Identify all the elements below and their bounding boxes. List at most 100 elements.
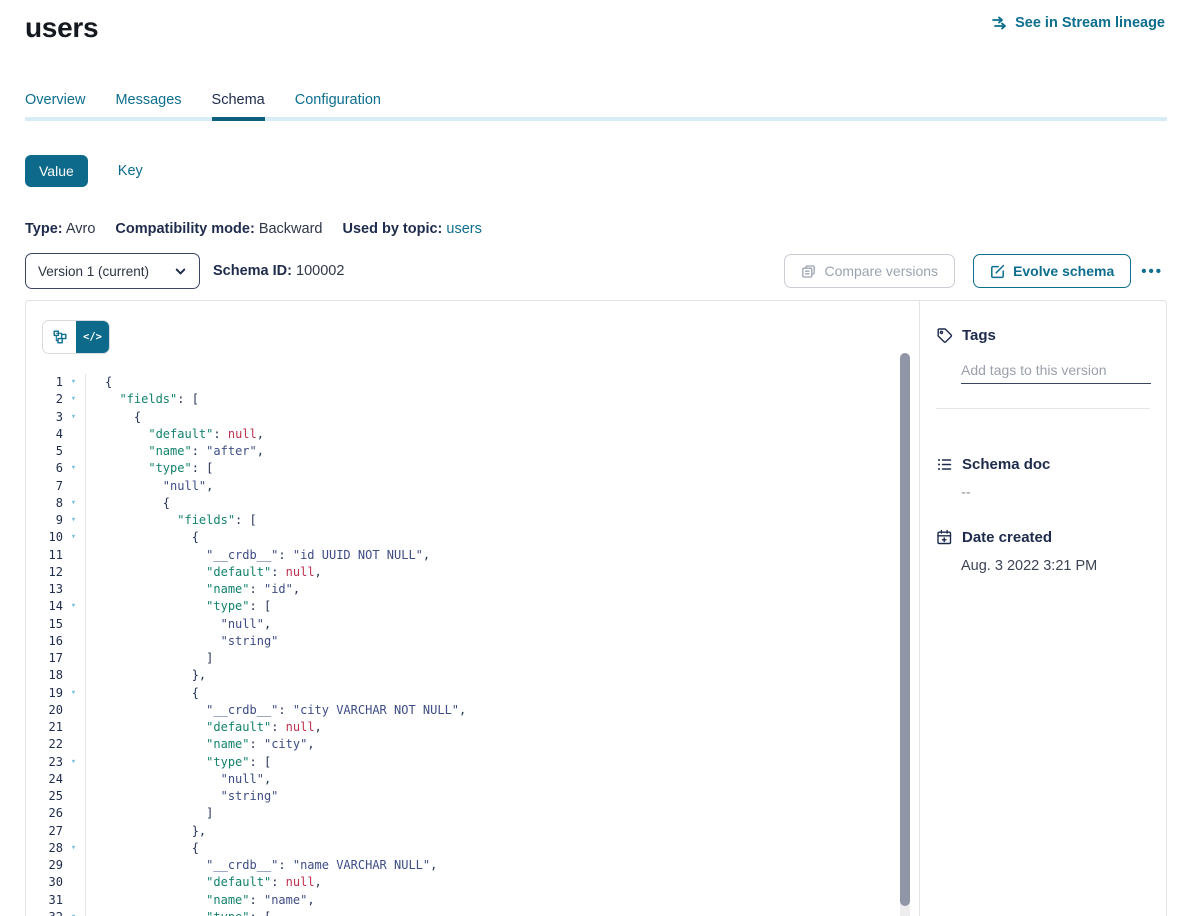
fold-toggle-icon[interactable]: ▾ [63,754,84,771]
code-line-text[interactable]: "default": null, [84,426,264,443]
fold-spacer [63,581,84,598]
schema-id: Schema ID: 100002 [213,263,344,279]
code-view-icon: </> [83,331,102,343]
stream-lineage-link[interactable]: See in Stream lineage [990,15,1165,31]
code-line-text[interactable]: "name": "id", [84,581,300,598]
fold-toggle-icon[interactable]: ▾ [63,529,84,546]
tab-configuration[interactable]: Configuration [295,92,381,121]
fold-toggle-icon[interactable]: ▾ [63,840,84,857]
schema-page: users See in Stream lineage Overview Mes… [0,0,1189,916]
code-line-text[interactable]: "null", [84,771,271,788]
value-toggle-button[interactable]: Value [25,155,88,187]
fold-spacer [63,547,84,564]
date-created-value: Aug. 3 2022 3:21 PM [961,558,1150,574]
chevron-down-icon [174,265,187,278]
line-number: 20 [26,702,63,719]
tab-overview[interactable]: Overview [25,92,85,121]
line-number: 13 [26,581,63,598]
code-line-text[interactable]: { [84,529,199,546]
code-line-text[interactable]: "string" [84,633,278,650]
tree-view-icon [52,329,68,345]
code-line: 11 "__crdb__": "id UUID NOT NULL", [26,547,919,564]
list-icon [936,456,953,473]
fold-spacer [63,719,84,736]
compare-versions-button[interactable]: Compare versions [784,254,955,288]
line-number: 25 [26,788,63,805]
code-line-text[interactable]: "name": "name", [84,892,315,909]
value-key-toggle: Value Key [25,155,1167,187]
code-line-text[interactable]: "string" [84,788,278,805]
code-line-text[interactable]: ] [84,650,213,667]
schema-details-sidebar: Tags Schema doc -- [919,301,1166,916]
fold-toggle-icon[interactable]: ▾ [63,391,84,408]
fold-toggle-icon[interactable]: ▾ [63,598,84,615]
line-number: 23 [26,754,63,771]
more-options-button[interactable]: ••• [1137,254,1167,288]
code-editor[interactable]: 1▾{2▾ "fields": [3▾ {4 "default": null,5… [26,374,919,916]
line-number: 28 [26,840,63,857]
code-line-text[interactable]: "fields": [ [84,512,257,529]
code-line-text[interactable]: ] [84,805,213,822]
code-line-text[interactable]: }, [84,667,206,684]
meta-compatibility-value: Backward [259,221,323,237]
fold-toggle-icon[interactable]: ▾ [63,512,84,529]
code-lines: 1▾{2▾ "fields": [3▾ {4 "default": null,5… [26,374,919,916]
fold-toggle-icon[interactable]: ▾ [63,495,84,512]
code-line-text[interactable]: "name": "city", [84,736,315,753]
fold-toggle-icon[interactable]: ▾ [63,909,84,916]
tab-messages[interactable]: Messages [115,92,181,121]
code-line-text[interactable]: { [84,840,199,857]
fold-toggle-icon[interactable]: ▾ [63,460,84,477]
code-line-text[interactable]: { [84,495,170,512]
code-line-text[interactable]: "fields": [ [84,391,199,408]
meta-type-value: Avro [66,221,96,237]
tab-schema[interactable]: Schema [212,92,265,121]
fold-toggle-icon[interactable]: ▾ [63,409,84,426]
code-line-text[interactable]: "null", [84,616,271,633]
code-line-text[interactable]: "__crdb__": "id UUID NOT NULL", [84,547,430,564]
fold-toggle-icon[interactable]: ▾ [63,685,84,702]
code-line-text[interactable]: "name": "after", [84,443,264,460]
fold-spacer [63,823,84,840]
line-number: 27 [26,823,63,840]
schema-id-label: Schema ID: [213,263,292,279]
code-view-button[interactable]: </> [76,321,109,353]
code-line-text[interactable]: "default": null, [84,874,322,891]
fold-toggle-icon[interactable]: ▾ [63,374,84,391]
evolve-schema-button[interactable]: Evolve schema [973,254,1131,288]
fold-spacer [63,874,84,891]
code-line: 15 "null", [26,616,919,633]
compare-versions-icon [801,264,816,279]
code-line: 27 }, [26,823,919,840]
tree-view-button[interactable] [43,321,76,353]
line-number: 1 [26,374,63,391]
line-number: 32 [26,909,63,916]
code-line-text[interactable]: "default": null, [84,564,322,581]
code-line-text[interactable]: "__crdb__": "name VARCHAR NULL", [84,857,437,874]
key-toggle-button[interactable]: Key [112,162,149,180]
code-line: 8▾ { [26,495,919,512]
editor-scrollbar-thumb[interactable] [900,353,910,906]
code-line-text[interactable]: { [84,409,141,426]
version-select[interactable]: Version 1 (current) [25,253,200,289]
code-line-text[interactable]: "type": [ [84,598,271,615]
code-line: 5 "name": "after", [26,443,919,460]
code-line-text[interactable]: "type": [ [84,754,271,771]
code-line: 18 }, [26,667,919,684]
code-line: 29 "__crdb__": "name VARCHAR NULL", [26,857,919,874]
editor-scrollbar[interactable] [900,353,910,916]
code-line: 3▾ { [26,409,919,426]
add-tags-input[interactable] [961,362,1151,384]
code-line-text[interactable]: "__crdb__": "city VARCHAR NOT NULL", [84,702,466,719]
stream-lineage-icon [990,16,1007,30]
tab-bar: Overview Messages Schema Configuration [25,92,1167,121]
code-line-text[interactable]: "type": [ [84,460,213,477]
code-line-text[interactable]: { [84,685,199,702]
code-line-text[interactable]: "null", [84,478,213,495]
meta-compatibility-label: Compatibility mode: [115,221,254,237]
code-line-text[interactable]: { [84,374,112,391]
code-line-text[interactable]: "type": [ [84,909,271,916]
topic-link[interactable]: users [446,221,481,237]
code-line-text[interactable]: "default": null, [84,719,322,736]
code-line-text[interactable]: }, [84,823,206,840]
